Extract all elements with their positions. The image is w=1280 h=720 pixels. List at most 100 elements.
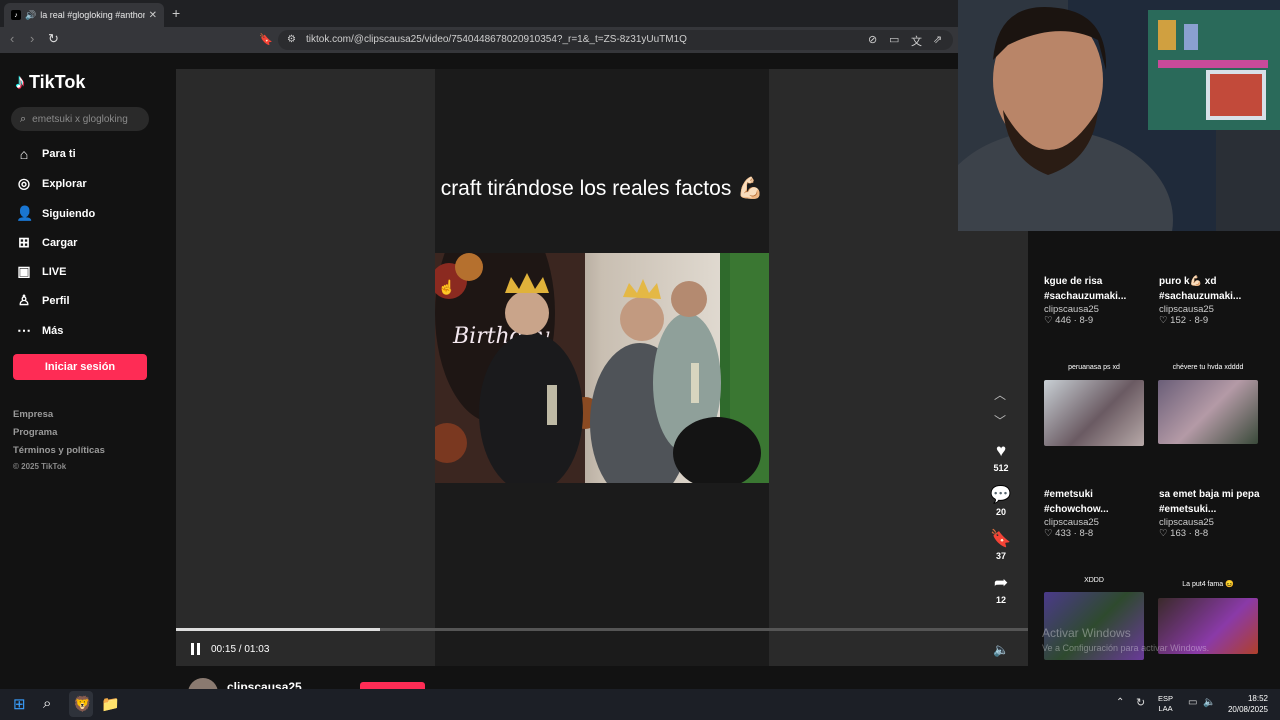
search-icon: ⌕: [20, 112, 27, 125]
like-count: 512: [993, 463, 1009, 473]
picture-in-picture-icon[interactable]: ▭: [889, 33, 899, 46]
browser-tab[interactable]: ♪ 🔊 la real #glogloking #anthony... ✕: [4, 3, 164, 27]
nav-item-perfil[interactable]: ♙ Perfil: [16, 292, 70, 309]
brave-browser-icon: 🦁: [73, 696, 92, 713]
profile-icon: ♙: [17, 292, 31, 308]
mouse-cursor-icon: ☝: [438, 279, 456, 295]
volume-icon[interactable]: 🔈: [993, 642, 1009, 658]
thumb-caption: La put4 fama 😖: [1182, 581, 1234, 588]
comment-button[interactable]: 💬 20: [986, 485, 1016, 517]
thumb-caption: XDDD: [1084, 577, 1104, 584]
search-query: emetsuki x glogloking: [32, 113, 128, 125]
new-tab-button[interactable]: +: [172, 5, 180, 21]
home-icon: ⌂: [19, 146, 29, 162]
following-icon: 👤: [16, 205, 34, 221]
related-card[interactable]: #emetsuki #chowchow... clipscausa25 ♡ 43…: [1044, 487, 1152, 539]
close-tab-icon[interactable]: ✕: [149, 10, 157, 21]
nav-item-live[interactable]: ▣ LIVE: [16, 263, 66, 280]
windows-start-icon[interactable]: ⊞: [13, 695, 26, 713]
share-count: 12: [995, 595, 1006, 605]
lang-code: ESP: [1158, 694, 1174, 703]
clock-date: 20/08/2025: [1227, 705, 1268, 714]
video-scene-image: Birthday: [435, 253, 769, 483]
related-card[interactable]: puro k💪🏻 xd #sachauzumaki... clipscausa2…: [1159, 274, 1267, 326]
time-display: 00:15 / 01:03: [211, 644, 270, 655]
related-thumbnail[interactable]: [1158, 380, 1258, 444]
share-button[interactable]: ➦ 12: [986, 573, 1016, 605]
login-button[interactable]: Iniciar sesión: [13, 354, 147, 380]
live-icon: ▣: [17, 263, 31, 279]
volume-tray-icon[interactable]: 🔈: [1203, 697, 1215, 708]
tray-overflow-icon[interactable]: ⌃: [1116, 697, 1124, 708]
footer-link-terminos[interactable]: Términos y políticas: [13, 445, 105, 456]
card-meta: ♡ 433 · 8-8: [1044, 528, 1094, 539]
nav-item-cargar[interactable]: ⊞ Cargar: [16, 234, 77, 251]
search-input[interactable]: ⌕ emetsuki x glogloking: [11, 107, 149, 131]
video-caption: craft tirándose los reales factos 💪🏻: [440, 177, 764, 200]
card-meta: ♡ 446 · 8-9: [1044, 315, 1094, 326]
nav-label: Para ti: [42, 148, 76, 160]
nav-item-explorar[interactable]: ◎ Explorar: [16, 175, 87, 192]
card-user: clipscausa25: [1159, 517, 1214, 528]
tiktok-note-icon: ♪: [15, 71, 25, 93]
audio-playing-icon[interactable]: 🔊: [25, 10, 36, 21]
card-meta: ♡ 163 · 8-8: [1159, 528, 1209, 539]
nav-label: Más: [42, 324, 64, 337]
back-icon[interactable]: ‹: [10, 31, 14, 46]
logo-text: TikTok: [29, 72, 86, 92]
clock[interactable]: 18:52 20/08/2025: [1222, 693, 1268, 715]
webcam-overlay: [958, 0, 1280, 231]
footer-link-empresa[interactable]: Empresa: [13, 409, 53, 420]
activate-windows-title: Activar Windows: [1042, 626, 1131, 640]
copyright: © 2025 TikTok: [13, 462, 67, 471]
network-icon[interactable]: ▭: [1188, 697, 1197, 708]
nav-label: Explorar: [42, 177, 87, 190]
url-text[interactable]: tiktok.com/@clipscausa25/video/754044867…: [306, 34, 687, 45]
thumb-caption: peruanasa ps xd: [1068, 364, 1120, 371]
tab-title: la real #glogloking #anthony...: [40, 10, 144, 20]
related-card[interactable]: sa emet baja mi pepa #emetsuki... clipsc…: [1159, 487, 1267, 539]
tracker-block-icon[interactable]: ⊘: [868, 33, 877, 46]
file-explorer-icon[interactable]: 📁: [101, 695, 120, 713]
previous-video-icon[interactable]: ︿: [994, 386, 1006, 403]
bookmark-icon[interactable]: 🔖: [259, 33, 273, 46]
keyboard-language[interactable]: ESP LAA: [1158, 694, 1173, 714]
activate-windows-subtitle: Ve a Configuración para activar Windows.: [1042, 643, 1210, 653]
reload-icon[interactable]: ↻: [48, 31, 59, 47]
footer-link-programa[interactable]: Programa: [13, 427, 57, 438]
compass-icon: ◎: [17, 175, 31, 191]
layout-code: LAA: [1158, 704, 1173, 713]
bookmark-icon: 🔖: [990, 529, 1012, 548]
save-button[interactable]: 🔖 37: [986, 529, 1016, 561]
forward-icon[interactable]: ›: [30, 31, 34, 46]
card-title: kgue de risa #sachauzumaki...: [1044, 276, 1127, 302]
nav-item-siguiendo[interactable]: 👤 Siguiendo: [16, 205, 95, 222]
thumb-caption: chévere tu hvda xdddd: [1172, 364, 1244, 371]
nav-item-mas[interactable]: ⋯ Más: [16, 322, 63, 339]
windows-taskbar: [0, 689, 1280, 720]
progress-fill[interactable]: [176, 628, 381, 631]
tiktok-logo[interactable]: ♪ TikTok: [15, 71, 85, 94]
nav-label: LIVE: [42, 265, 67, 278]
related-card[interactable]: kgue de risa #sachauzumaki... clipscausa…: [1044, 274, 1152, 326]
next-video-icon[interactable]: ﹀: [994, 412, 1006, 429]
card-title: sa emet baja mi pepa #emetsuki...: [1159, 489, 1260, 515]
nav-label: Siguiendo: [42, 207, 96, 220]
comment-icon: 💬: [990, 485, 1012, 504]
translate-icon[interactable]: 文: [911, 33, 922, 49]
site-info-icon[interactable]: ⚙: [287, 34, 296, 45]
tray-sync-icon[interactable]: ↻: [1136, 696, 1145, 709]
card-meta: ♡ 152 · 8-9: [1159, 315, 1209, 326]
card-title: puro k💪🏻 xd #sachauzumaki...: [1159, 276, 1242, 302]
more-icon: ⋯: [17, 322, 31, 338]
search-icon[interactable]: ⌕: [43, 695, 51, 712]
share-page-icon[interactable]: ⇗: [933, 33, 942, 46]
upload-icon: ⊞: [18, 234, 30, 250]
nav-item-para-ti[interactable]: ⌂ Para ti: [16, 146, 76, 162]
like-button[interactable]: ♥ 512: [986, 441, 1016, 473]
card-user: clipscausa25: [1044, 517, 1099, 528]
pause-icon[interactable]: [191, 643, 200, 655]
card-title: #emetsuki #chowchow...: [1044, 489, 1109, 515]
related-thumbnail[interactable]: [1044, 380, 1144, 446]
nav-label: Cargar: [42, 236, 78, 249]
